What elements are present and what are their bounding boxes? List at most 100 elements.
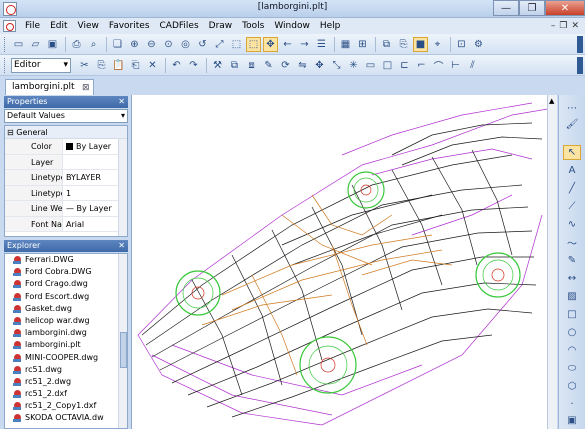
properties-filter-select[interactable]: Default Values — [4, 109, 128, 123]
convert-icon[interactable]: ⎘ — [396, 37, 411, 52]
extend-icon[interactable]: ⊢ — [448, 58, 463, 73]
explode-icon[interactable]: ✳ — [346, 58, 361, 73]
document-icon[interactable] — [3, 20, 16, 32]
tab-lamborgini-plt[interactable]: lamborgini.plt ⊠ — [5, 79, 94, 95]
doc-minimize-icon[interactable]: – — [551, 21, 556, 31]
line-icon[interactable]: ╱ — [563, 181, 581, 196]
image-icon[interactable]: ▣ — [563, 413, 581, 428]
explorer-scrollbar[interactable] — [118, 254, 127, 428]
pan-icon[interactable]: ✥ — [263, 36, 278, 52]
back-icon[interactable]: ← — [280, 37, 295, 52]
list-item[interactable]: lamborgini.plt — [5, 339, 127, 351]
list-item[interactable]: SKODA OCTAVIA.dw — [5, 412, 127, 424]
polygon-icon[interactable]: ⬡ — [563, 379, 581, 394]
arc-icon[interactable]: ◠ — [563, 343, 581, 358]
rectangle-tool-icon[interactable]: □ — [563, 307, 581, 322]
property-group-general[interactable]: ⊟ General — [5, 126, 127, 139]
cut-icon[interactable]: ✂ — [77, 58, 92, 73]
property-row[interactable]: Line We — By Layer — [5, 201, 127, 217]
compare-icon[interactable]: ⧉ — [379, 37, 394, 52]
open-file-icon[interactable]: ▱ — [28, 37, 43, 52]
menu-file[interactable]: File — [20, 21, 45, 31]
menu-help[interactable]: Help — [315, 21, 346, 31]
scroll-up-icon[interactable]: ▲ — [549, 97, 554, 105]
black-background-icon[interactable]: ■ — [413, 36, 428, 52]
tab-close-icon[interactable]: ⊠ — [82, 81, 90, 95]
mirror-icon[interactable]: ⇋ — [295, 58, 310, 73]
dimension-icon[interactable]: ↔ — [563, 271, 581, 286]
close-button[interactable]: ✕ — [545, 0, 585, 16]
zoom-in-icon[interactable]: ⊕ — [127, 37, 142, 52]
align-icon[interactable]: ⊏ — [397, 58, 412, 73]
measure-icon[interactable]: ⌖ — [430, 37, 445, 52]
polyline-icon[interactable]: ⟋ — [563, 199, 581, 214]
list-item[interactable]: Ferrari.DWG — [5, 254, 127, 266]
toolbox-grip-icon[interactable]: ⋯ — [563, 101, 581, 116]
group-icon[interactable]: ⧉ — [227, 58, 242, 73]
pointer-icon[interactable]: ↖ — [563, 145, 581, 160]
ellipse-icon[interactable]: ⬭ — [563, 361, 581, 376]
list-item[interactable]: rc51_2.dxf — [5, 388, 127, 400]
zoom-previous-icon[interactable]: ↺ — [195, 37, 210, 52]
snap-icon[interactable]: ⊞ — [355, 37, 370, 52]
menu-edit[interactable]: Edit — [45, 21, 72, 31]
forward-icon[interactable]: → — [297, 37, 312, 52]
list-item[interactable]: Ford Escort.dwg — [5, 291, 127, 303]
print-icon[interactable]: ⎙ — [69, 37, 84, 52]
layers-icon[interactable]: ☰ — [314, 37, 329, 52]
list-item[interactable]: rc51.dwg — [5, 364, 127, 376]
property-row[interactable]: Font Na Arial — [5, 216, 127, 232]
grid-icon[interactable]: ▦ — [338, 37, 353, 52]
property-row[interactable]: Color By Layer — [5, 139, 127, 155]
select-icon[interactable]: ⬚ — [229, 37, 244, 52]
circle-icon[interactable]: ○ — [563, 325, 581, 340]
canvas-vertical-scrollbar[interactable]: ▲ — [547, 95, 557, 429]
list-item[interactable]: Gasket.dwg — [5, 303, 127, 315]
paste-icon[interactable]: 📋 — [111, 58, 126, 73]
pencil-icon[interactable]: ✎ — [261, 58, 276, 73]
menu-cadfiles[interactable]: CADFiles — [155, 21, 204, 31]
list-item[interactable]: MINI-COOPER.dwg — [5, 352, 127, 364]
spline-icon[interactable]: ∿ — [563, 217, 581, 232]
list-item[interactable]: rc51_2.dwg — [5, 376, 127, 388]
property-row[interactable]: Linetype 1 — [5, 185, 127, 201]
pin-icon[interactable]: ✕ — [118, 240, 125, 252]
paste-special-icon[interactable]: ⎗ — [128, 58, 143, 73]
doc-close-icon[interactable]: ✕ — [571, 21, 579, 31]
fillet-icon[interactable]: ⌒ — [431, 58, 446, 73]
menu-favorites[interactable]: Favorites — [104, 21, 155, 31]
scale-icon[interactable]: ⤡ — [329, 58, 344, 73]
pin-icon[interactable]: ✕ — [118, 96, 125, 108]
doc-restore-icon[interactable]: ❐ — [559, 21, 567, 31]
new-file-icon[interactable]: ▭ — [11, 37, 26, 52]
curve-icon[interactable]: 〜 — [563, 235, 581, 250]
copy-icon[interactable]: ⎘ — [94, 58, 109, 73]
print-preview-icon[interactable]: ⌕ — [86, 37, 101, 52]
list-item[interactable]: rc51_2_Copy1.dxf — [5, 400, 127, 412]
rotate-icon[interactable]: ⟳ — [278, 58, 293, 73]
property-row[interactable]: Linetype BYLAYER — [5, 170, 127, 186]
list-item[interactable]: Ford Cobra.DWG — [5, 266, 127, 278]
tools-icon[interactable]: ⚒ — [210, 58, 225, 73]
block-icon[interactable]: ▭ — [363, 58, 378, 73]
menu-view[interactable]: View — [73, 21, 104, 31]
freehand-icon[interactable]: ✎ — [563, 253, 581, 268]
point-icon[interactable]: · — [563, 397, 581, 412]
trim-icon[interactable]: ⌐ — [414, 58, 429, 73]
list-item[interactable]: helicop war.dwg — [5, 315, 127, 327]
menu-draw[interactable]: Draw — [204, 21, 238, 31]
properties-toggle-icon[interactable]: ⊡ — [454, 37, 469, 52]
menu-tools[interactable]: Tools — [237, 21, 269, 31]
move-icon[interactable]: ✥ — [312, 58, 327, 73]
brush-icon[interactable]: 🖌 — [563, 117, 581, 132]
toolbar-grip[interactable] — [4, 36, 7, 52]
menu-window[interactable]: Window — [269, 21, 315, 31]
toolbar-grip[interactable] — [4, 57, 7, 73]
copy-image-icon[interactable]: ❏ — [110, 37, 125, 52]
save-icon[interactable]: ▣ — [45, 37, 60, 52]
zoom-window-icon[interactable]: ⊙ — [161, 37, 176, 52]
properties-scrollbar[interactable] — [118, 139, 127, 236]
ungroup-icon[interactable]: ⧈ — [244, 58, 259, 73]
minimize-button[interactable]: — — [493, 0, 519, 16]
mode-select[interactable]: Editor — [11, 57, 71, 73]
